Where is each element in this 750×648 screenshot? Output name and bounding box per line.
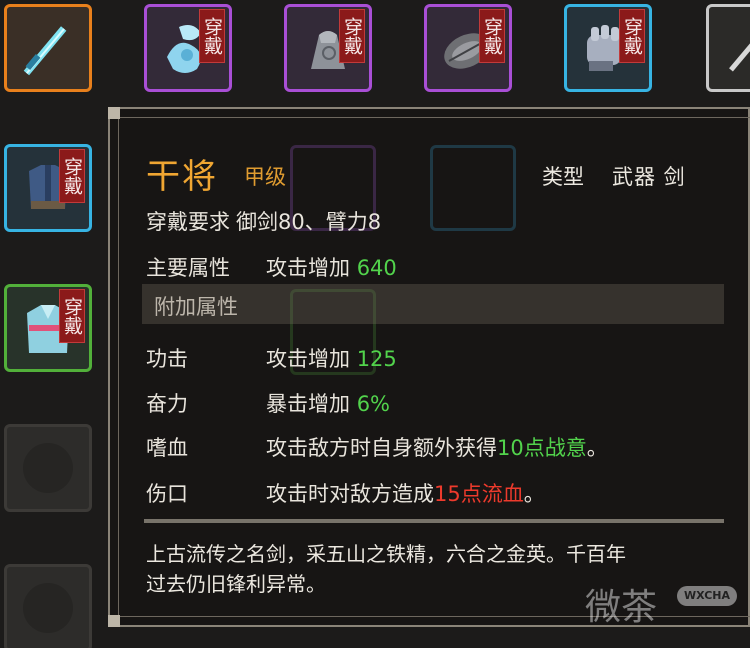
extra-attr-label: 功击 bbox=[146, 347, 188, 371]
item-grade: 甲级 bbox=[244, 165, 286, 189]
main-attr-label: 主要属性 bbox=[146, 256, 230, 280]
main-attr-value: 640 bbox=[356, 256, 397, 280]
worn-badge: 穿戴 bbox=[479, 9, 505, 63]
item-tooltip: 干将 甲级 类型 武器 剑 穿戴要求 御剑80、臂力8 主要属性 攻击增加 64… bbox=[108, 107, 750, 627]
inventory-slot-sword[interactable] bbox=[4, 4, 92, 92]
inventory-slot-empty[interactable] bbox=[4, 564, 92, 648]
main-attr: 攻击增加 640 bbox=[266, 252, 397, 282]
extra-attr: 暴击增加 6% bbox=[266, 388, 390, 418]
trait-label: 伤口 bbox=[146, 482, 188, 506]
extra-attr-text: 暴击增加 bbox=[266, 392, 350, 416]
game-screen: 穿戴 穿戴 穿戴 穿戴 穿戴 穿戴 干将 甲级 类型 武器 剑 穿戴要求 御剑8… bbox=[0, 0, 750, 648]
watermark-badge: WXCHA bbox=[677, 586, 737, 606]
trait-text: 攻击时对敌方造成15点流血。 bbox=[266, 482, 545, 506]
item-type-value: 武器 剑 bbox=[612, 165, 686, 189]
extra-attr: 攻击增加 125 bbox=[266, 343, 397, 373]
inventory-slot-empty[interactable] bbox=[4, 424, 92, 512]
main-attr-text: 攻击增加 bbox=[266, 256, 350, 280]
watermark-text: 微茶 bbox=[585, 587, 658, 628]
inventory-slot-gauntlet[interactable]: 穿戴 bbox=[564, 4, 652, 92]
worn-badge: 穿戴 bbox=[59, 289, 85, 343]
requirement-label: 穿戴要求 bbox=[146, 210, 230, 234]
inventory-slot-robe[interactable]: 穿戴 bbox=[4, 284, 92, 372]
trait-highlight: 15点流血 bbox=[434, 482, 524, 506]
extra-attr-value: 6% bbox=[356, 392, 391, 416]
inventory-slot-jade-ornament[interactable]: 穿戴 bbox=[144, 4, 232, 92]
worn-badge: 穿戴 bbox=[199, 9, 225, 63]
worn-badge: 穿戴 bbox=[59, 149, 85, 203]
item-name: 干将 bbox=[146, 157, 218, 197]
inventory-slot-armor-vest[interactable]: 穿戴 bbox=[4, 144, 92, 232]
inventory-slot-blade[interactable] bbox=[706, 4, 750, 92]
extra-attr-value: 125 bbox=[356, 347, 397, 371]
inventory-slot-stone-disc[interactable]: 穿戴 bbox=[424, 4, 512, 92]
trait-text: 攻击敌方时自身额外获得10点战意。 bbox=[266, 436, 608, 460]
extra-attr-text: 攻击增加 bbox=[266, 347, 350, 371]
inventory-slot-iron-bell[interactable]: 穿戴 bbox=[284, 4, 372, 92]
extra-attr-label: 奋力 bbox=[146, 392, 188, 416]
requirement-value: 御剑80、臂力8 bbox=[236, 210, 382, 234]
blade-icon bbox=[729, 29, 750, 72]
sword-icon bbox=[23, 26, 67, 76]
trait-label: 嗜血 bbox=[146, 436, 188, 460]
extra-attr-title: 附加属性 bbox=[154, 295, 238, 319]
worn-badge: 穿戴 bbox=[619, 9, 645, 63]
worn-badge: 穿戴 bbox=[339, 9, 365, 63]
trait-highlight: 10点战意 bbox=[497, 436, 587, 460]
item-type-label: 类型 bbox=[542, 165, 584, 189]
divider bbox=[144, 519, 724, 523]
